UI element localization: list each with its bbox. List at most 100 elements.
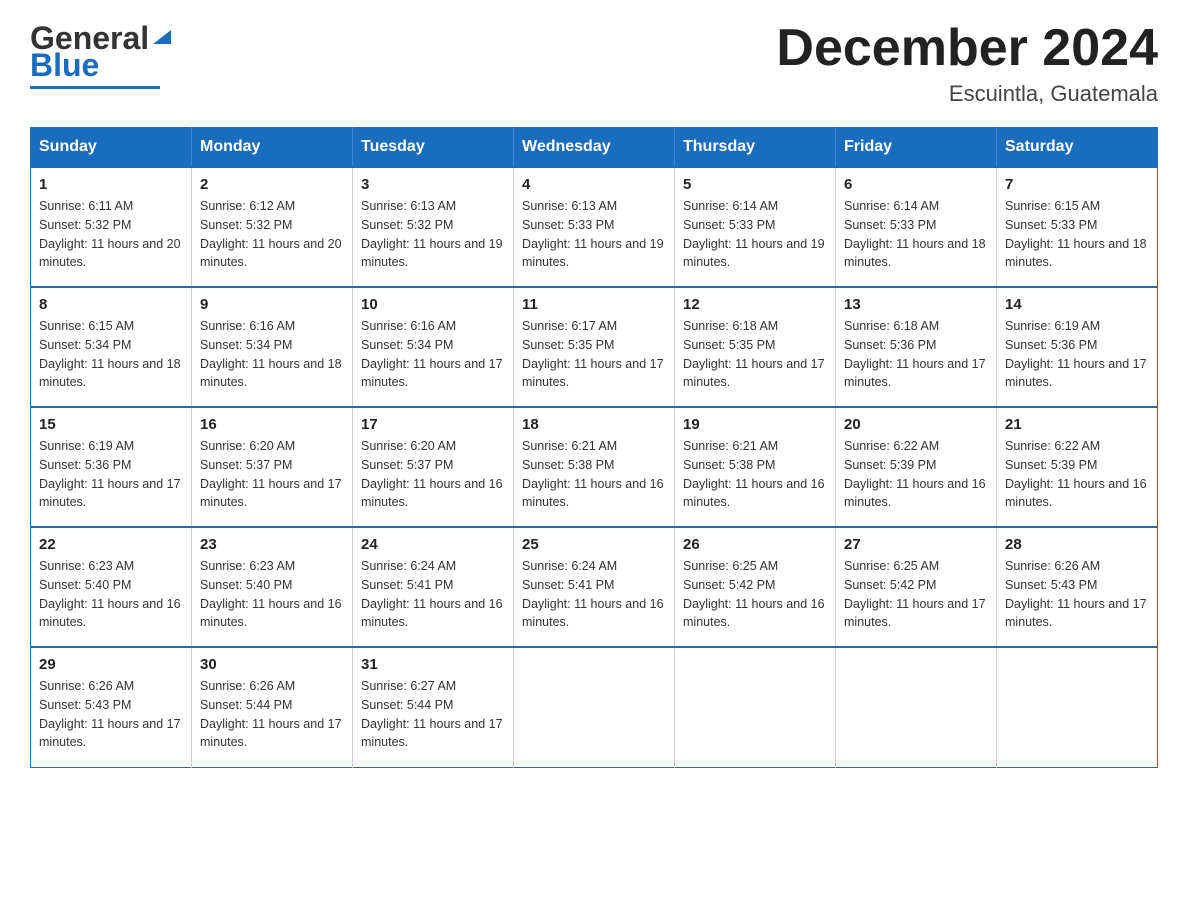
sunset-label: Sunset: 5:37 PM (361, 458, 453, 472)
daylight-label: Daylight: 11 hours and 17 minutes. (522, 357, 664, 390)
calendar-cell: 11 Sunrise: 6:17 AM Sunset: 5:35 PM Dayl… (514, 287, 675, 407)
sunset-label: Sunset: 5:32 PM (200, 218, 292, 232)
sunrise-label: Sunrise: 6:25 AM (844, 559, 939, 573)
sunset-label: Sunset: 5:41 PM (522, 578, 614, 592)
daylight-label: Daylight: 11 hours and 18 minutes. (200, 357, 342, 390)
sunrise-label: Sunrise: 6:13 AM (361, 199, 456, 213)
calendar-cell: 4 Sunrise: 6:13 AM Sunset: 5:33 PM Dayli… (514, 167, 675, 287)
sunset-label: Sunset: 5:39 PM (844, 458, 936, 472)
calendar-cell: 16 Sunrise: 6:20 AM Sunset: 5:37 PM Dayl… (192, 407, 353, 527)
daylight-label: Daylight: 11 hours and 16 minutes. (361, 477, 503, 510)
day-info: Sunrise: 6:23 AM Sunset: 5:40 PM Dayligh… (200, 557, 344, 632)
calendar-cell: 27 Sunrise: 6:25 AM Sunset: 5:42 PM Dayl… (836, 527, 997, 647)
day-info: Sunrise: 6:24 AM Sunset: 5:41 PM Dayligh… (522, 557, 666, 632)
daylight-label: Daylight: 11 hours and 16 minutes. (683, 597, 825, 630)
calendar-cell: 29 Sunrise: 6:26 AM Sunset: 5:43 PM Dayl… (31, 647, 192, 767)
daylight-label: Daylight: 11 hours and 19 minutes. (522, 237, 664, 270)
day-info: Sunrise: 6:14 AM Sunset: 5:33 PM Dayligh… (683, 197, 827, 272)
day-number: 3 (361, 176, 505, 193)
daylight-label: Daylight: 11 hours and 17 minutes. (361, 717, 503, 750)
calendar-cell: 10 Sunrise: 6:16 AM Sunset: 5:34 PM Dayl… (353, 287, 514, 407)
calendar-cell: 21 Sunrise: 6:22 AM Sunset: 5:39 PM Dayl… (997, 407, 1158, 527)
logo-blue-text: Blue (30, 47, 173, 84)
day-info: Sunrise: 6:14 AM Sunset: 5:33 PM Dayligh… (844, 197, 988, 272)
day-info: Sunrise: 6:16 AM Sunset: 5:34 PM Dayligh… (361, 317, 505, 392)
sunrise-label: Sunrise: 6:13 AM (522, 199, 617, 213)
sunset-label: Sunset: 5:44 PM (361, 698, 453, 712)
day-number: 9 (200, 296, 344, 313)
location-subtitle: Escuintla, Guatemala (776, 81, 1158, 107)
calendar-cell: 14 Sunrise: 6:19 AM Sunset: 5:36 PM Dayl… (997, 287, 1158, 407)
daylight-label: Daylight: 11 hours and 18 minutes. (844, 237, 986, 270)
calendar-cell: 28 Sunrise: 6:26 AM Sunset: 5:43 PM Dayl… (997, 527, 1158, 647)
sunrise-label: Sunrise: 6:20 AM (200, 439, 295, 453)
sunrise-label: Sunrise: 6:24 AM (361, 559, 456, 573)
calendar-cell: 24 Sunrise: 6:24 AM Sunset: 5:41 PM Dayl… (353, 527, 514, 647)
sunset-label: Sunset: 5:33 PM (522, 218, 614, 232)
day-number: 23 (200, 536, 344, 553)
title-section: December 2024 Escuintla, Guatemala (776, 20, 1158, 107)
day-number: 27 (844, 536, 988, 553)
sunrise-label: Sunrise: 6:14 AM (683, 199, 778, 213)
day-number: 15 (39, 416, 183, 433)
sunset-label: Sunset: 5:43 PM (1005, 578, 1097, 592)
col-monday: Monday (192, 128, 353, 168)
daylight-label: Daylight: 11 hours and 19 minutes. (361, 237, 503, 270)
day-info: Sunrise: 6:26 AM Sunset: 5:43 PM Dayligh… (1005, 557, 1149, 632)
calendar-cell: 22 Sunrise: 6:23 AM Sunset: 5:40 PM Dayl… (31, 527, 192, 647)
daylight-label: Daylight: 11 hours and 17 minutes. (361, 357, 503, 390)
sunset-label: Sunset: 5:40 PM (200, 578, 292, 592)
sunset-label: Sunset: 5:37 PM (200, 458, 292, 472)
day-number: 1 (39, 176, 183, 193)
day-number: 4 (522, 176, 666, 193)
day-info: Sunrise: 6:21 AM Sunset: 5:38 PM Dayligh… (683, 437, 827, 512)
sunrise-label: Sunrise: 6:11 AM (39, 199, 133, 213)
sunrise-label: Sunrise: 6:22 AM (844, 439, 939, 453)
daylight-label: Daylight: 11 hours and 16 minutes. (844, 477, 986, 510)
sunset-label: Sunset: 5:36 PM (39, 458, 131, 472)
calendar-week-3: 15 Sunrise: 6:19 AM Sunset: 5:36 PM Dayl… (31, 407, 1158, 527)
sunrise-label: Sunrise: 6:26 AM (39, 679, 134, 693)
day-number: 6 (844, 176, 988, 193)
sunset-label: Sunset: 5:36 PM (844, 338, 936, 352)
day-number: 11 (522, 296, 666, 313)
calendar-cell (675, 647, 836, 767)
sunset-label: Sunset: 5:34 PM (361, 338, 453, 352)
sunset-label: Sunset: 5:41 PM (361, 578, 453, 592)
day-info: Sunrise: 6:26 AM Sunset: 5:43 PM Dayligh… (39, 677, 183, 752)
day-info: Sunrise: 6:15 AM Sunset: 5:33 PM Dayligh… (1005, 197, 1149, 272)
sunrise-label: Sunrise: 6:23 AM (39, 559, 134, 573)
calendar-cell: 5 Sunrise: 6:14 AM Sunset: 5:33 PM Dayli… (675, 167, 836, 287)
calendar-cell: 17 Sunrise: 6:20 AM Sunset: 5:37 PM Dayl… (353, 407, 514, 527)
sunset-label: Sunset: 5:42 PM (683, 578, 775, 592)
day-number: 14 (1005, 296, 1149, 313)
day-number: 13 (844, 296, 988, 313)
day-info: Sunrise: 6:20 AM Sunset: 5:37 PM Dayligh… (361, 437, 505, 512)
day-number: 12 (683, 296, 827, 313)
daylight-label: Daylight: 11 hours and 17 minutes. (39, 477, 181, 510)
day-info: Sunrise: 6:22 AM Sunset: 5:39 PM Dayligh… (1005, 437, 1149, 512)
day-info: Sunrise: 6:11 AM Sunset: 5:32 PM Dayligh… (39, 197, 183, 272)
sunrise-label: Sunrise: 6:22 AM (1005, 439, 1100, 453)
calendar-cell (997, 647, 1158, 767)
day-info: Sunrise: 6:18 AM Sunset: 5:36 PM Dayligh… (844, 317, 988, 392)
daylight-label: Daylight: 11 hours and 16 minutes. (1005, 477, 1147, 510)
sunrise-label: Sunrise: 6:15 AM (1005, 199, 1100, 213)
daylight-label: Daylight: 11 hours and 16 minutes. (522, 597, 664, 630)
sunset-label: Sunset: 5:33 PM (1005, 218, 1097, 232)
sunrise-label: Sunrise: 6:23 AM (200, 559, 295, 573)
sunset-label: Sunset: 5:36 PM (1005, 338, 1097, 352)
sunrise-label: Sunrise: 6:21 AM (522, 439, 617, 453)
calendar-week-2: 8 Sunrise: 6:15 AM Sunset: 5:34 PM Dayli… (31, 287, 1158, 407)
daylight-label: Daylight: 11 hours and 18 minutes. (1005, 237, 1147, 270)
daylight-label: Daylight: 11 hours and 20 minutes. (200, 237, 342, 270)
day-info: Sunrise: 6:13 AM Sunset: 5:33 PM Dayligh… (522, 197, 666, 272)
day-info: Sunrise: 6:21 AM Sunset: 5:38 PM Dayligh… (522, 437, 666, 512)
calendar-week-5: 29 Sunrise: 6:26 AM Sunset: 5:43 PM Dayl… (31, 647, 1158, 767)
day-info: Sunrise: 6:17 AM Sunset: 5:35 PM Dayligh… (522, 317, 666, 392)
daylight-label: Daylight: 11 hours and 17 minutes. (200, 477, 342, 510)
calendar-cell (514, 647, 675, 767)
calendar-cell: 12 Sunrise: 6:18 AM Sunset: 5:35 PM Dayl… (675, 287, 836, 407)
day-number: 10 (361, 296, 505, 313)
day-info: Sunrise: 6:18 AM Sunset: 5:35 PM Dayligh… (683, 317, 827, 392)
